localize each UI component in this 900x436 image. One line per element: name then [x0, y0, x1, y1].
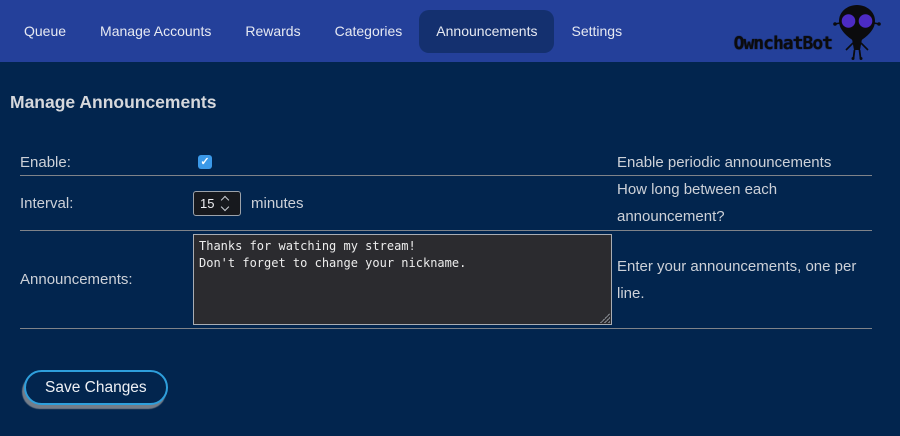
- enable-control-cell: [193, 155, 617, 169]
- interval-unit-label: minutes: [251, 195, 304, 212]
- announcements-help-text: Enter your announcements, one per line.: [617, 253, 872, 307]
- announcements-control-cell: Thanks for watching my stream! Don't for…: [193, 234, 617, 325]
- nav-item-settings[interactable]: Settings: [554, 10, 639, 53]
- enable-label: Enable:: [20, 154, 193, 171]
- announcements-row: Announcements: Thanks for watching my st…: [20, 231, 872, 329]
- spinner-down-icon[interactable]: [221, 202, 229, 210]
- save-changes-button[interactable]: Save Changes: [24, 370, 168, 405]
- ownchatbot-logo: OwnchatBot: [711, 0, 886, 62]
- interval-spinner: [221, 197, 228, 210]
- nav-item-categories[interactable]: Categories: [318, 10, 420, 53]
- nav-item-queue[interactable]: Queue: [7, 10, 83, 53]
- nav-item-manage-accounts[interactable]: Manage Accounts: [83, 10, 228, 53]
- resize-handle-icon[interactable]: [600, 313, 610, 323]
- announcements-form: Enable: Enable periodic announcements In…: [20, 149, 872, 329]
- main-content: Manage Announcements Enable: Enable peri…: [0, 92, 900, 405]
- interval-row: Interval: minutes How long between each …: [20, 176, 872, 231]
- enable-row: Enable: Enable periodic announcements: [20, 149, 872, 176]
- interval-control-cell: minutes: [193, 191, 617, 216]
- enable-checkbox[interactable]: [198, 155, 212, 169]
- nav-item-announcements[interactable]: Announcements: [419, 10, 554, 53]
- robot-mascot-icon: [832, 4, 882, 60]
- logo-text: OwnchatBot: [734, 33, 832, 54]
- interval-input[interactable]: [194, 196, 221, 211]
- announcements-label: Announcements:: [20, 271, 193, 288]
- page-title: Manage Announcements: [10, 92, 900, 113]
- top-navbar: Queue Manage Accounts Rewards Categories…: [0, 0, 900, 62]
- interval-label: Interval:: [20, 195, 193, 212]
- announcements-textarea[interactable]: Thanks for watching my stream! Don't for…: [193, 234, 612, 325]
- enable-help-text: Enable periodic announcements: [617, 149, 872, 176]
- nav-item-rewards[interactable]: Rewards: [228, 10, 317, 53]
- interval-help-text: How long between each announcement?: [617, 176, 872, 230]
- interval-input-box: [193, 191, 241, 216]
